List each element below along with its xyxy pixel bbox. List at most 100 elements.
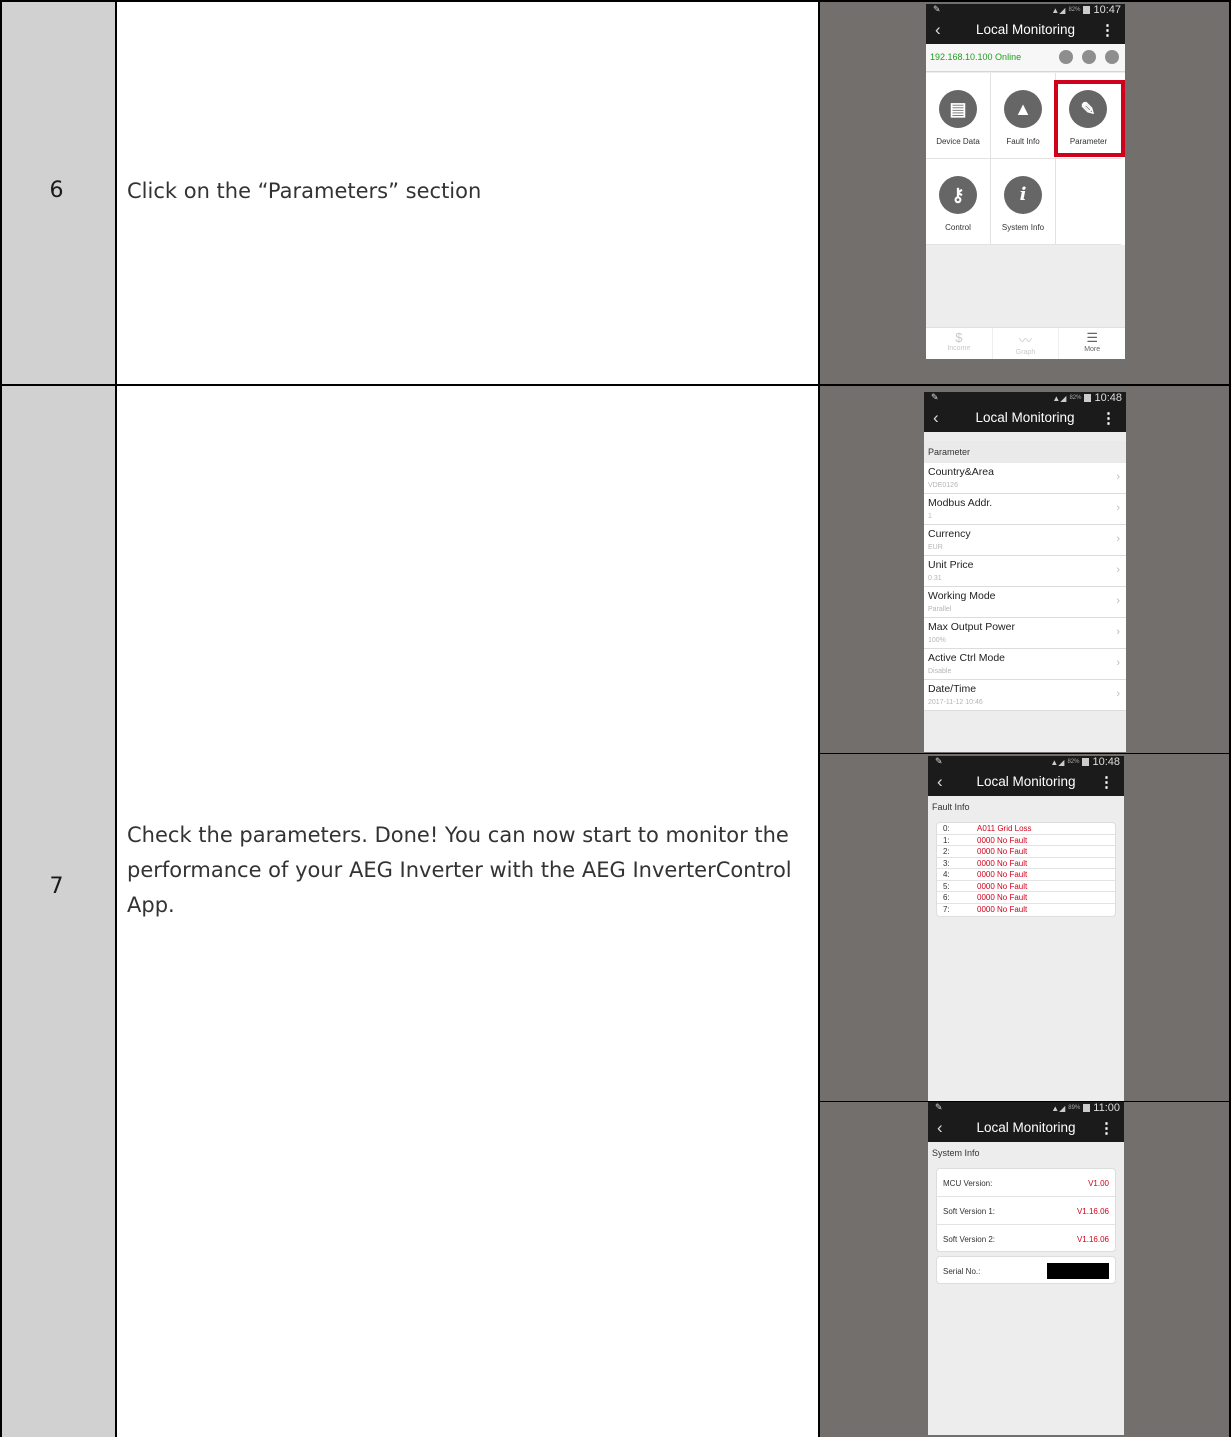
- parameter-row[interactable]: Currency EUR ›: [924, 525, 1126, 556]
- parameter-value: 2017-11-12 10:46: [928, 699, 983, 706]
- link-icon[interactable]: [1059, 50, 1073, 64]
- tab-more[interactable]: ☰ More: [1059, 328, 1125, 359]
- refresh-icon[interactable]: [1082, 50, 1096, 64]
- fault-index: 5:: [943, 881, 950, 891]
- status-bar: ✎ ▲◢ 82% 10:47: [926, 4, 1125, 17]
- overflow-menu-icon[interactable]: ⋮: [1099, 1119, 1114, 1137]
- highlight-box: [1054, 80, 1125, 157]
- version-value: V1.16.06: [1076, 1235, 1109, 1244]
- chevron-right-icon: ›: [1116, 564, 1120, 576]
- page-title: Local Monitoring: [975, 410, 1075, 425]
- tile-empty: [1056, 159, 1121, 245]
- tile-control[interactable]: ⚷ Control: [926, 159, 991, 245]
- clock: 11:00: [1093, 1102, 1120, 1114]
- fault-row: 0: A011 Grid Loss: [937, 823, 1115, 835]
- tile-label: Control: [945, 223, 971, 232]
- battery-icon: [1082, 758, 1090, 766]
- fault-row: 2: 0000 No Fault: [937, 846, 1115, 858]
- parameter-label: Date/Time: [928, 683, 977, 695]
- parameter-row[interactable]: Active Ctrl Mode Disable ›: [924, 649, 1126, 680]
- fault-row: 5: 0000 No Fault: [937, 881, 1115, 892]
- tile-label: System Info: [1001, 223, 1045, 232]
- parameter-label: Country&Area: [928, 466, 994, 478]
- serial-card: Serial No.:: [936, 1256, 1116, 1284]
- image-divider: [820, 1101, 1229, 1102]
- fault-index: 2:: [943, 847, 950, 856]
- bottom-tab-bar: $ Income 〰 Graph ☰ More: [926, 327, 1125, 359]
- column-divider: [115, 0, 117, 1437]
- chevron-right-icon: ›: [1116, 471, 1120, 483]
- parameter-label: Active Ctrl Mode: [928, 652, 1006, 664]
- fault-row: 6: 0000 No Fault: [937, 892, 1115, 904]
- pen-icon: ✎: [933, 4, 941, 14]
- fault-index: 1:: [943, 835, 950, 845]
- page-title: Local Monitoring: [976, 1120, 1076, 1135]
- parameter-value: 0.31: [928, 575, 942, 582]
- tab-income[interactable]: $ Income: [926, 328, 993, 359]
- status-bar: ✎ ▲◢ 89% 11:00: [928, 1102, 1124, 1115]
- tile-fault-info[interactable]: ▲ Fault Info: [991, 73, 1056, 159]
- fault-code: 0000 No Fault: [977, 870, 1028, 879]
- version-label: Soft Version 2:: [943, 1235, 996, 1244]
- parameter-row[interactable]: Unit Price 0.31 ›: [924, 556, 1126, 587]
- fault-code: 0000 No Fault: [977, 835, 1028, 845]
- step-column-row7: [2, 386, 115, 1437]
- parameter-row[interactable]: Working Mode Parallel ›: [924, 587, 1126, 618]
- fault-code: 0000 No Fault: [977, 904, 1028, 914]
- overflow-menu-icon[interactable]: ⋮: [1100, 21, 1115, 39]
- tile-device-data[interactable]: ▤ Device Data: [926, 73, 991, 159]
- column-divider: [818, 0, 820, 1437]
- dollar-icon: $: [955, 330, 963, 345]
- title-bar: ‹ Local Monitoring ⋮: [928, 1115, 1124, 1142]
- parameter-row[interactable]: Max Output Power 100% ›: [924, 618, 1126, 649]
- title-bar: ‹ Local Monitoring ⋮: [926, 17, 1125, 44]
- fault-row: 3: 0000 No Fault: [937, 858, 1115, 869]
- section-header: System Info: [928, 1142, 1124, 1164]
- warning-icon: ▲: [1004, 90, 1042, 128]
- tab-graph[interactable]: 〰 Graph: [993, 328, 1060, 359]
- phone-screen-menu: ✎ ▲◢ 82% 10:47 ‹ Local Monitoring ⋮ 192.…: [926, 4, 1125, 359]
- key-icon: ⚷: [939, 176, 977, 214]
- battery-percent: 89%: [1068, 1105, 1081, 1111]
- image-divider: [820, 753, 1229, 754]
- tile-system-info[interactable]: i System Info: [991, 159, 1056, 245]
- overflow-menu-icon[interactable]: ⋮: [1101, 409, 1116, 427]
- tab-label: Income: [947, 345, 971, 352]
- battery-icon: [1083, 1104, 1091, 1112]
- version-label: Soft Version 1:: [943, 1207, 996, 1216]
- battery-icon: [1083, 6, 1091, 14]
- pen-icon: ✎: [935, 756, 943, 766]
- version-row: Soft Version 2: V1.16.06: [937, 1225, 1115, 1253]
- info-icon: i: [1004, 176, 1042, 214]
- overflow-menu-icon[interactable]: ⋮: [1099, 773, 1114, 791]
- title-bar: ‹ Local Monitoring ⋮: [924, 405, 1126, 432]
- phone-screen-fault-info: ✎ ▲◢ 82% 10:48 ‹ Local Monitoring ⋮ Faul…: [928, 756, 1124, 1101]
- version-value: V1.16.06: [1076, 1207, 1109, 1216]
- fault-code: 0000 No Fault: [977, 881, 1028, 891]
- phone-screen-parameters: ✎ ▲◢ 82% 10:48 ‹ Local Monitoring ⋮ Para…: [924, 392, 1126, 752]
- parameter-value: Parallel: [928, 606, 952, 613]
- parameter-row[interactable]: Date/Time 2017-11-12 10:46 ›: [924, 680, 1126, 711]
- parameter-label: Max Output Power: [928, 621, 1015, 633]
- chevron-right-icon: ›: [1116, 626, 1120, 638]
- phone-screen-system-info: ✎ ▲◢ 89% 11:00 ‹ Local Monitoring ⋮ Syst…: [928, 1102, 1124, 1435]
- fault-index: 7:: [943, 904, 950, 914]
- parameter-row[interactable]: Country&Area VDE0126 ›: [924, 463, 1126, 494]
- fault-index: 0:: [943, 824, 950, 833]
- parameter-value: 100%: [928, 637, 946, 644]
- chevron-right-icon: ›: [1116, 502, 1120, 514]
- signal-icon: ▲◢: [1052, 393, 1067, 403]
- connection-bar: 192.168.10.100 Online: [926, 44, 1125, 72]
- parameter-label: Currency: [928, 528, 971, 540]
- settings-icon[interactable]: [1105, 50, 1119, 64]
- parameter-value: VDE0126: [928, 482, 958, 489]
- parameter-row[interactable]: Modbus Addr. 1 ›: [924, 494, 1126, 525]
- signal-icon: ▲◢: [1051, 5, 1066, 15]
- tab-label: More: [1084, 346, 1101, 353]
- fault-code: 0000 No Fault: [977, 893, 1028, 902]
- fault-row: 7: 0000 No Fault: [937, 904, 1115, 916]
- parameter-label: Unit Price: [928, 559, 974, 571]
- chart-icon: 〰: [1019, 333, 1033, 348]
- battery-percent: 82%: [1068, 7, 1081, 13]
- battery-percent: 82%: [1069, 395, 1082, 401]
